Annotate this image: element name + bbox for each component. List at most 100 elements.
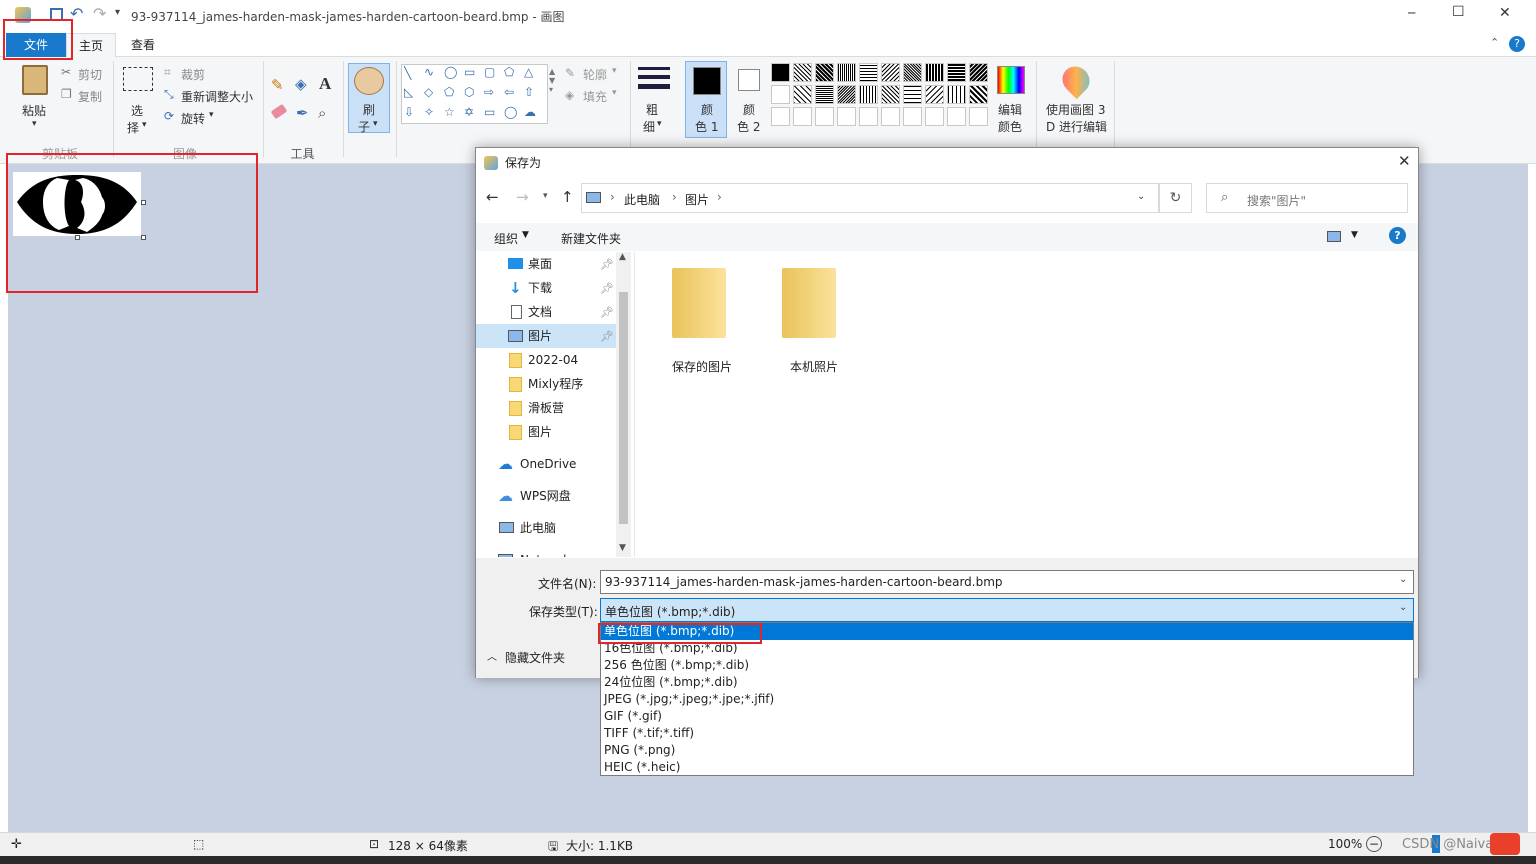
paint3d-label-b[interactable]: D 进行编辑 <box>1046 118 1107 135</box>
magnifier-icon[interactable]: ⌕ <box>318 104 326 122</box>
pencil-icon[interactable]: ✎ <box>271 76 284 94</box>
palette-swatch[interactable] <box>881 85 900 104</box>
palette-swatch[interactable] <box>771 63 790 82</box>
shape-callout-rect-icon[interactable]: ▭ <box>484 105 495 119</box>
shape-polygon-icon[interactable]: ⬠ <box>504 65 514 79</box>
palette-swatch[interactable] <box>969 85 988 104</box>
resize-button[interactable]: 重新调整大小 <box>181 88 253 105</box>
filename-input[interactable]: 93-937114_james-harden-mask-james-harden… <box>600 570 1414 594</box>
palette-swatch[interactable] <box>925 85 944 104</box>
palette-swatch[interactable] <box>969 63 988 82</box>
nav-item-downloads[interactable]: ↓ 下载 📌︎ <box>476 276 616 300</box>
paste-button[interactable]: 粘贴 <box>22 102 46 119</box>
shape-triangle-icon[interactable]: △ <box>524 65 533 79</box>
shape-star4-icon[interactable]: ✧ <box>424 105 434 119</box>
nav-scrollbar[interactable]: ▲ ▼ <box>616 252 631 557</box>
shape-diamond-icon[interactable]: ◇ <box>424 85 433 99</box>
shape-hexagon-icon[interactable]: ⬡ <box>464 85 474 99</box>
color2-swatch[interactable] <box>738 69 760 91</box>
tab-home[interactable]: 主页 <box>66 33 116 57</box>
palette-swatch[interactable] <box>771 85 790 104</box>
filetype-dropdown-icon[interactable]: ⌄ <box>1399 602 1407 613</box>
nav-item-network[interactable]: Network <box>476 548 616 557</box>
nav-item-folder-2022-04[interactable]: 2022-04 <box>476 348 616 372</box>
palette-swatch[interactable] <box>837 63 856 82</box>
collapse-ribbon-icon[interactable]: ⌃ <box>1490 36 1499 49</box>
close-window-button[interactable]: ✕ <box>1499 5 1511 21</box>
organize-dropdown-icon[interactable]: ▼ <box>522 230 529 240</box>
view-dropdown-icon[interactable]: ▼ <box>1351 230 1358 240</box>
text-tool-icon[interactable]: A <box>319 74 331 94</box>
shape-roundrect-icon[interactable]: ▢ <box>484 65 495 79</box>
filetype-options-list[interactable]: 单色位图 (*.bmp;*.dib) 16色位图 (*.bmp;*.dib) 2… <box>600 622 1414 776</box>
color-palette[interactable] <box>771 63 993 129</box>
tab-view[interactable]: 查看 <box>118 33 168 57</box>
folder-item-saved-pictures[interactable]: 保存的图片 <box>660 262 750 374</box>
shape-arrow-left-icon[interactable]: ⇦ <box>504 85 514 99</box>
breadcrumb-pc[interactable]: 此电脑 <box>624 191 660 208</box>
scroll-down-icon[interactable]: ▼ <box>619 543 626 553</box>
palette-swatch[interactable] <box>793 85 812 104</box>
edit-colors-label-a[interactable]: 编辑 <box>998 101 1022 118</box>
nav-item-desktop[interactable]: 桌面 📌︎ <box>476 252 616 276</box>
filetype-option[interactable]: 256 色位图 (*.bmp;*.dib) <box>601 657 1413 674</box>
up-arrow-icon[interactable]: ↑ <box>561 188 574 206</box>
address-bar[interactable]: › 此电脑 › 图片 › ⌄ <box>581 183 1159 213</box>
palette-swatch[interactable] <box>815 85 834 104</box>
dialog-help-icon[interactable]: ? <box>1389 227 1406 244</box>
palette-swatch[interactable] <box>903 85 922 104</box>
dialog-close-button[interactable]: ✕ <box>1398 152 1411 170</box>
shape-callout-cloud-icon[interactable]: ☁ <box>524 105 536 119</box>
color-picker-icon[interactable]: ✒ <box>296 104 309 122</box>
file-list[interactable]: 保存的图片 本机照片 <box>634 252 1419 557</box>
filename-dropdown-icon[interactable]: ⌄ <box>1399 574 1407 585</box>
organize-button[interactable]: 组织 <box>494 230 518 247</box>
copy-button[interactable]: 复制 <box>78 88 102 105</box>
minimize-button[interactable]: ─ <box>1408 6 1415 20</box>
filetype-option[interactable]: 24位位图 (*.bmp;*.dib) <box>601 674 1413 691</box>
new-folder-button[interactable]: 新建文件夹 <box>561 230 621 247</box>
shapes-scroll-icon[interactable]: ▲ ▼ ▾ <box>549 67 555 94</box>
palette-swatch[interactable] <box>859 63 878 82</box>
palette-swatch-empty[interactable] <box>859 107 878 126</box>
rotate-button[interactable]: 旋转 <box>181 110 205 127</box>
shape-arrow-right-icon[interactable]: ⇨ <box>484 85 494 99</box>
help-icon[interactable]: ? <box>1509 36 1525 52</box>
folder-item-camera-roll[interactable]: 本机照片 <box>770 262 860 374</box>
address-dropdown-icon[interactable]: ⌄ <box>1137 191 1145 202</box>
paint3d-icon[interactable] <box>1056 60 1096 100</box>
select-button-b[interactable]: 择 <box>127 119 139 136</box>
filetype-option[interactable]: TIFF (*.tif;*.tiff) <box>601 725 1413 742</box>
select-dropdown-icon[interactable]: ▾ <box>142 120 147 130</box>
palette-swatch[interactable] <box>815 63 834 82</box>
view-options-icon[interactable] <box>1327 231 1341 242</box>
paste-icon[interactable] <box>22 65 48 95</box>
palette-swatch-empty[interactable] <box>771 107 790 126</box>
select-button-a[interactable]: 选 <box>131 102 143 119</box>
nav-item-pictures[interactable]: 图片 📌︎ <box>476 324 616 348</box>
breadcrumb-pictures[interactable]: 图片 <box>685 191 709 208</box>
brushes-dropdown-icon[interactable]: ▾ <box>373 119 378 129</box>
size-dropdown-icon[interactable]: ▾ <box>657 119 662 129</box>
palette-swatch-empty[interactable] <box>881 107 900 126</box>
rotate-dropdown-icon[interactable]: ▾ <box>209 110 214 120</box>
search-box[interactable]: ⌕ 搜索"图片" <box>1206 183 1408 213</box>
shape-oval-icon[interactable]: ◯ <box>444 65 457 79</box>
hide-folders-chevron-icon[interactable]: ︿ <box>487 648 497 663</box>
shape-right-triangle-icon[interactable]: ◺ <box>404 85 413 99</box>
fill-bucket-icon[interactable]: ◈ <box>295 75 307 93</box>
shape-pentagon-icon[interactable]: ⬠ <box>444 85 454 99</box>
zoom-out-button[interactable]: − <box>1366 836 1382 852</box>
palette-swatch[interactable] <box>925 63 944 82</box>
palette-swatch[interactable] <box>859 85 878 104</box>
shape-curve-icon[interactable]: ∿ <box>424 65 434 79</box>
palette-swatch[interactable] <box>837 85 856 104</box>
select-icon[interactable] <box>123 67 153 91</box>
shape-rect-icon[interactable]: ▭ <box>464 65 475 79</box>
hide-folders-button[interactable]: 隐藏文件夹 <box>505 649 565 666</box>
scroll-thumb[interactable] <box>619 292 628 524</box>
fill-dropdown-icon[interactable]: ▾ <box>612 88 617 98</box>
palette-swatch[interactable] <box>947 63 966 82</box>
redo-icon[interactable]: ↷ <box>93 4 106 23</box>
maximize-button[interactable]: ☐ <box>1452 4 1465 20</box>
